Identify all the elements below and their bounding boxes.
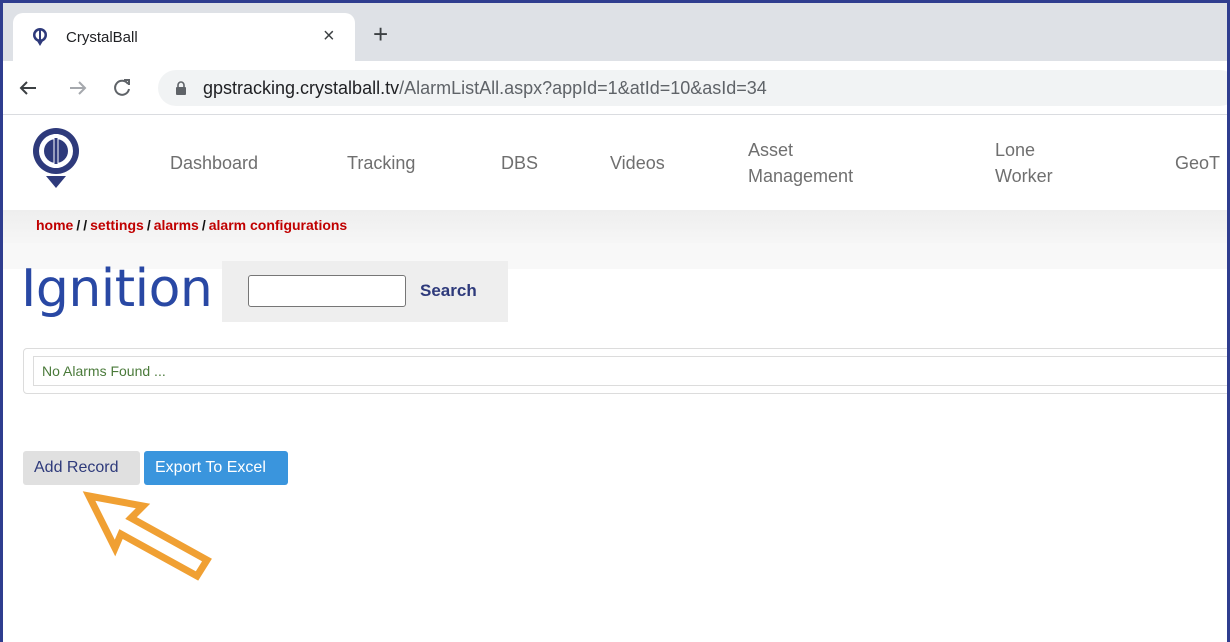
back-arrow-icon[interactable] <box>17 77 39 99</box>
breadcrumb-bar: home / / settings / alarms / alarm configuratio… <box>3 210 1227 243</box>
breadcrumb: home / / settings / alarms / alarm configuratio… <box>36 217 347 233</box>
breadcrumb-separator: / <box>83 217 88 233</box>
breadcrumb-separator: / <box>76 217 81 233</box>
breadcrumb-home[interactable]: home <box>36 217 73 233</box>
url-text: gpstracking.crystalball.tv/AlarmListAll.… <box>203 78 767 98</box>
nav-item-label-line2: Worker <box>995 166 1053 186</box>
breadcrumb-alarms[interactable]: alarms <box>154 217 199 233</box>
plus-icon[interactable]: + <box>373 21 388 47</box>
export-to-excel-button[interactable]: Export To Excel <box>144 451 288 485</box>
search-button[interactable]: Search <box>420 281 477 301</box>
site-header: Dashboard Tracking DBS Videos Asset Mana… <box>3 116 1227 210</box>
page-title: Ignition <box>21 259 213 319</box>
nav-item-videos[interactable]: Videos <box>610 150 665 176</box>
breadcrumb-separator: / <box>146 217 151 233</box>
breadcrumb-alarm-configurations[interactable]: alarm configurations <box>209 217 347 233</box>
nav-item-dbs[interactable]: DBS <box>501 150 538 176</box>
empty-message: No Alarms Found ... <box>33 356 1227 386</box>
breadcrumb-settings[interactable]: settings <box>90 217 144 233</box>
nav-item-label-line1: Asset <box>748 140 794 160</box>
add-record-button[interactable]: Add Record <box>23 451 140 485</box>
search-input[interactable] <box>248 275 406 307</box>
close-icon[interactable]: × <box>323 25 335 47</box>
nav-item-tracking[interactable]: Tracking <box>347 150 415 176</box>
nav-item-label-line2: Management <box>748 166 854 186</box>
nav-item-dashboard[interactable]: Dashboard <box>170 150 258 176</box>
search-panel: Search <box>222 261 508 322</box>
lock-icon <box>176 81 186 95</box>
nav-item-lone-worker[interactable]: Lone Worker <box>995 137 1053 189</box>
browser-window: CrystalBall × + gpstracking.crystalball.… <box>0 0 1230 642</box>
forward-arrow-icon[interactable] <box>67 77 89 99</box>
tab-strip: CrystalBall × + <box>3 3 1227 61</box>
nav-item-label-line1: Lone <box>995 140 1036 160</box>
address-bar[interactable]: gpstracking.crystalball.tv/AlarmListAll.… <box>158 70 1227 106</box>
breadcrumb-separator: / <box>201 217 206 233</box>
browser-tab[interactable]: CrystalBall × <box>13 13 355 61</box>
browser-toolbar: gpstracking.crystalball.tv/AlarmListAll.… <box>3 61 1227 115</box>
alarm-list: No Alarms Found ... <box>23 348 1227 394</box>
tab-title: CrystalBall <box>66 29 138 46</box>
crystalball-logo[interactable] <box>31 126 81 200</box>
reload-icon[interactable] <box>111 77 133 99</box>
pointer-arrow-icon <box>82 491 212 581</box>
nav-item-asset-management[interactable]: Asset Management <box>748 137 853 189</box>
crystalball-favicon-icon <box>33 28 47 46</box>
nav-item-geotracking[interactable]: GeoT <box>1175 150 1220 176</box>
